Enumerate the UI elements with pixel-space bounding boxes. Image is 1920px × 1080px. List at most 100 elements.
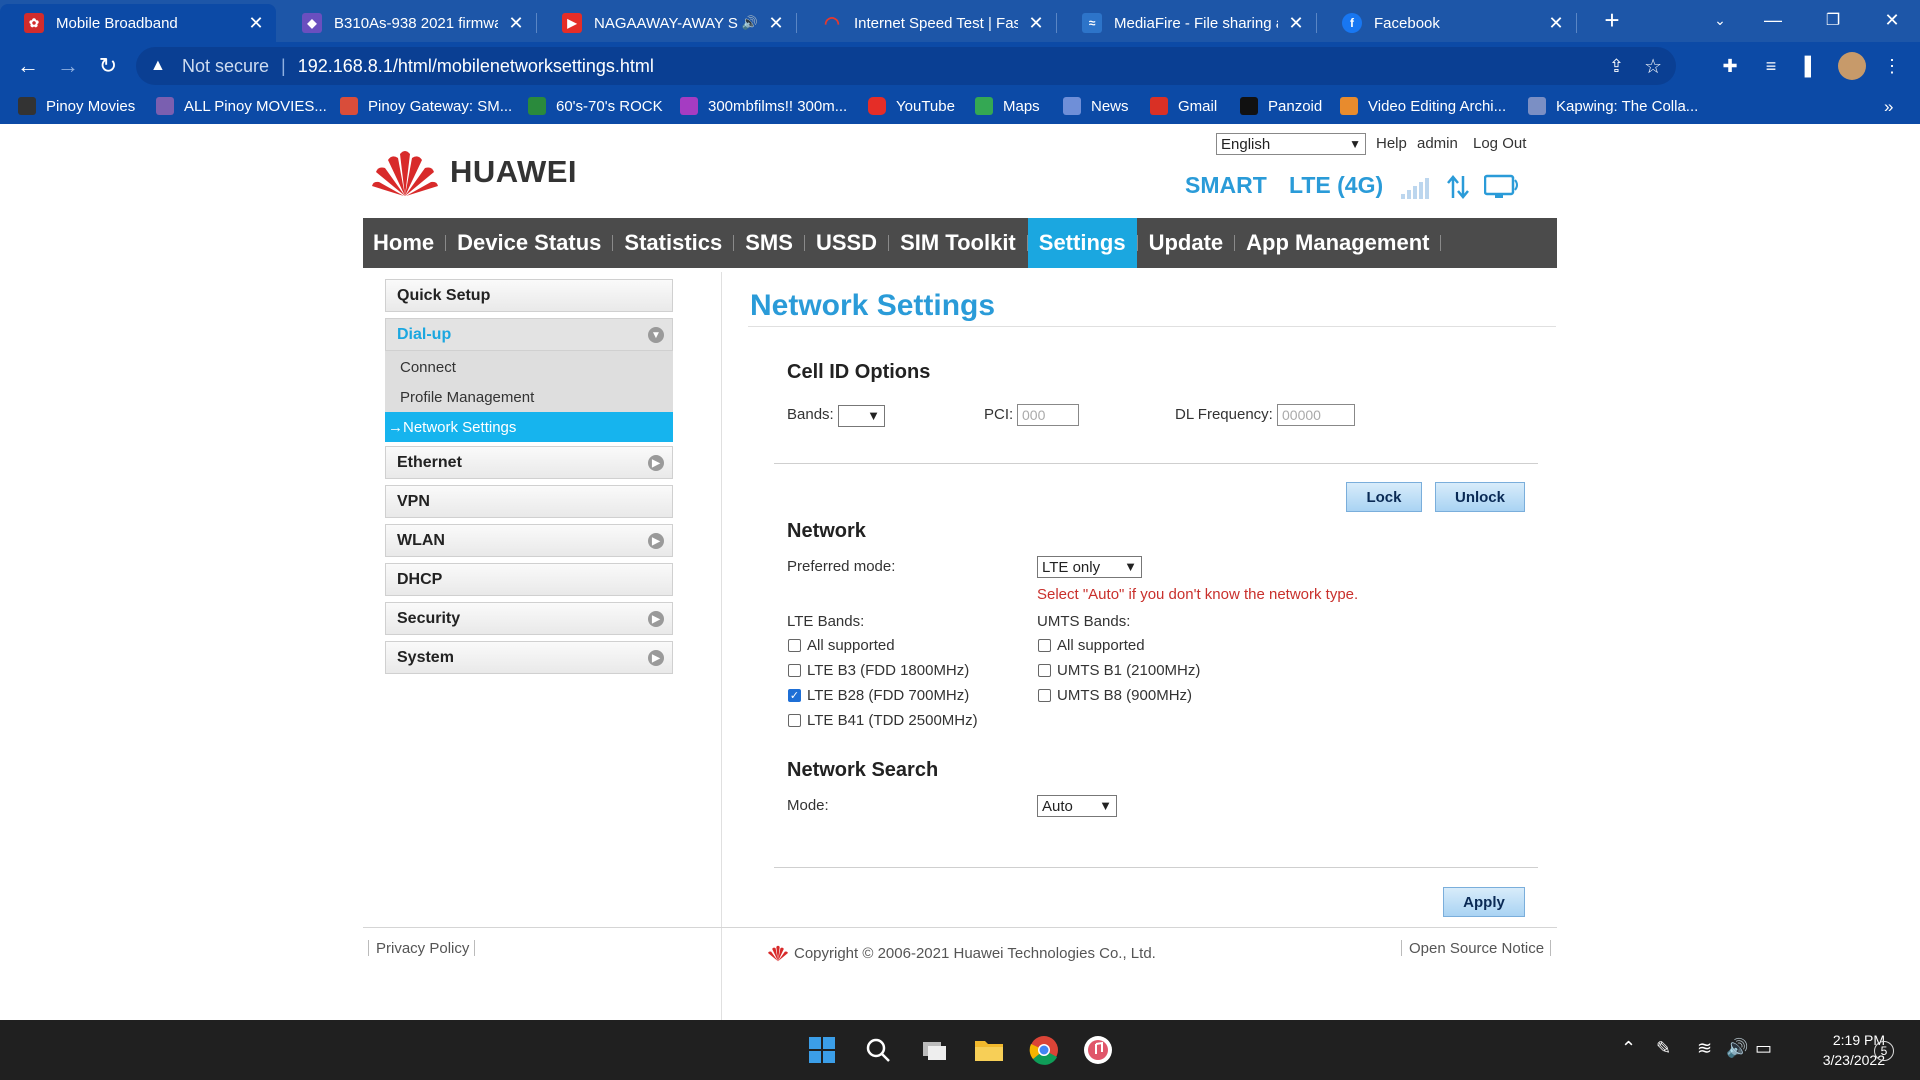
bookmark-item[interactable]: News bbox=[1063, 97, 1129, 115]
bookmark-item[interactable]: Kapwing: The Colla... bbox=[1528, 97, 1698, 115]
nav-sim-toolkit[interactable]: SIM Toolkit bbox=[889, 218, 1027, 268]
bookmark-item[interactable]: 60's-70's ROCK bbox=[528, 97, 663, 115]
bookmark-item[interactable]: Video Editing Archi... bbox=[1340, 97, 1506, 115]
nav-home[interactable]: Home bbox=[363, 218, 445, 268]
checkbox[interactable] bbox=[1038, 689, 1051, 702]
checkmark-icon[interactable]: ✓ bbox=[788, 689, 801, 702]
bands-select[interactable]: ▼ bbox=[838, 405, 885, 427]
checkbox[interactable] bbox=[788, 639, 801, 652]
menu-kebab-icon[interactable]: ⋮ bbox=[1878, 52, 1906, 80]
checkbox[interactable] bbox=[1038, 639, 1051, 652]
open-source-notice-link[interactable]: Open Source Notice bbox=[1409, 940, 1544, 957]
checkbox[interactable] bbox=[788, 714, 801, 727]
sidebar-subitem-profile-management[interactable]: Profile Management bbox=[400, 389, 534, 406]
reload-icon[interactable]: ↻ bbox=[92, 50, 124, 82]
battery-icon[interactable]: ▭ bbox=[1755, 1038, 1772, 1059]
sidebar-item-dhcp[interactable]: DHCP bbox=[385, 563, 673, 596]
music-app-icon[interactable] bbox=[1082, 1034, 1114, 1066]
pen-icon[interactable]: ✎ bbox=[1656, 1038, 1671, 1059]
sidebar-item-security[interactable]: Security ▶ bbox=[385, 602, 673, 635]
checkbox[interactable] bbox=[1038, 664, 1051, 677]
language-select[interactable]: English ▼ bbox=[1216, 133, 1366, 155]
bookmark-item[interactable]: Pinoy Gateway: SM... bbox=[340, 97, 512, 115]
close-tab-icon[interactable]: ✕ bbox=[506, 13, 526, 34]
apply-button[interactable]: Apply bbox=[1443, 887, 1525, 917]
sidebar-item-ethernet[interactable]: Ethernet ▶ bbox=[385, 446, 673, 479]
bookmark-item[interactable]: YouTube bbox=[868, 97, 955, 115]
search-icon[interactable] bbox=[862, 1034, 894, 1066]
sidebar-item-quick-setup[interactable]: Quick Setup bbox=[385, 279, 673, 312]
bookmark-item[interactable]: Pinoy Movies bbox=[18, 97, 135, 115]
nav-statistics[interactable]: Statistics bbox=[613, 218, 733, 268]
bookmark-item[interactable]: Maps bbox=[975, 97, 1040, 115]
help-link[interactable]: Help bbox=[1376, 135, 1407, 152]
nav-device-status[interactable]: Device Status bbox=[446, 218, 612, 268]
bookmark-star-icon[interactable]: ☆ bbox=[1644, 54, 1662, 79]
more-bookmarks-icon[interactable]: » bbox=[1884, 97, 1893, 117]
minimize-icon[interactable]: — bbox=[1745, 0, 1801, 40]
new-tab-button[interactable]: + bbox=[1584, 0, 1640, 40]
nav-update[interactable]: Update bbox=[1138, 218, 1235, 268]
close-tab-icon[interactable]: ✕ bbox=[1546, 13, 1566, 34]
tab-b310-firmware[interactable]: ◆ B310As-938 2021 firmware ✕ bbox=[278, 4, 537, 42]
sidebar-subitem-connect[interactable]: Connect bbox=[400, 359, 456, 376]
close-tab-icon[interactable]: ✕ bbox=[766, 13, 786, 34]
tab-facebook[interactable]: f Facebook ✕ bbox=[1318, 4, 1577, 42]
nav-app-management[interactable]: App Management bbox=[1235, 218, 1440, 268]
umts-b8-checkbox[interactable]: UMTS B8 (900MHz) bbox=[1038, 687, 1192, 704]
close-tab-icon[interactable]: ✕ bbox=[246, 13, 266, 34]
tab-search-icon[interactable]: ⌄ bbox=[1692, 0, 1748, 40]
logout-link[interactable]: Log Out bbox=[1473, 135, 1526, 152]
close-tab-icon[interactable]: ✕ bbox=[1286, 13, 1306, 34]
sidebar-item-vpn[interactable]: VPN bbox=[385, 485, 673, 518]
audio-playing-icon[interactable]: 🔊 bbox=[742, 15, 758, 31]
umts-all-supported-checkbox[interactable]: All supported bbox=[1038, 637, 1145, 654]
pci-input[interactable]: 000 bbox=[1017, 404, 1079, 426]
wifi-icon[interactable]: ≋ bbox=[1697, 1038, 1712, 1059]
media-control-icon[interactable]: ≡ bbox=[1757, 52, 1785, 80]
notification-badge[interactable]: 5 bbox=[1874, 1041, 1894, 1061]
nav-sms[interactable]: SMS bbox=[734, 218, 804, 268]
volume-icon[interactable]: 🔊 bbox=[1726, 1038, 1748, 1059]
security-status[interactable]: Not secure bbox=[182, 56, 269, 77]
bookmark-item[interactable]: 300mbfilms!! 300m... bbox=[680, 97, 847, 115]
privacy-policy-link[interactable]: Privacy Policy bbox=[376, 940, 469, 957]
sidebar-subitem-network-settings[interactable]: →Network Settings bbox=[385, 412, 673, 442]
file-explorer-icon[interactable] bbox=[973, 1034, 1005, 1066]
forward-icon[interactable]: → bbox=[52, 50, 84, 82]
task-view-icon[interactable] bbox=[918, 1034, 950, 1066]
search-mode-select[interactable]: Auto ▼ bbox=[1037, 795, 1117, 817]
warning-icon[interactable]: ▲ bbox=[150, 57, 170, 75]
chevron-up-icon[interactable]: ⌃ bbox=[1621, 1038, 1636, 1059]
sidebar-item-dial-up[interactable]: Dial-up ▼ bbox=[385, 318, 673, 351]
umts-b1-checkbox[interactable]: UMTS B1 (2100MHz) bbox=[1038, 662, 1200, 679]
lte-b28-checkbox[interactable]: ✓ LTE B28 (FDD 700MHz) bbox=[788, 687, 969, 704]
lte-b41-checkbox[interactable]: LTE B41 (TDD 2500MHz) bbox=[788, 712, 978, 729]
lte-all-supported-checkbox[interactable]: All supported bbox=[788, 637, 895, 654]
sidebar-item-system[interactable]: System ▶ bbox=[385, 641, 673, 674]
tab-fast-speed-test[interactable]: ◠ Internet Speed Test | Fast.cc ✕ bbox=[798, 4, 1057, 42]
close-window-icon[interactable]: ✕ bbox=[1864, 0, 1920, 40]
close-tab-icon[interactable]: ✕ bbox=[1026, 13, 1046, 34]
windows-start-icon[interactable] bbox=[806, 1034, 838, 1066]
side-panel-icon[interactable]: ▌ bbox=[1797, 52, 1825, 80]
sidebar-item-wlan[interactable]: WLAN ▶ bbox=[385, 524, 673, 557]
extensions-icon[interactable]: ✚ bbox=[1716, 52, 1744, 80]
bookmark-item[interactable]: Panzoid bbox=[1240, 97, 1322, 115]
restore-icon[interactable]: ❐ bbox=[1805, 0, 1861, 40]
url-text[interactable]: 192.168.8.1/html/mobilenetworksettings.h… bbox=[298, 56, 654, 77]
checkbox[interactable] bbox=[788, 664, 801, 677]
nav-settings[interactable]: Settings bbox=[1027, 218, 1137, 268]
tab-mediafire[interactable]: ≈ MediaFire - File sharing anc ✕ bbox=[1058, 4, 1317, 42]
chrome-icon[interactable] bbox=[1028, 1034, 1060, 1066]
address-bar[interactable]: ▲ Not secure | 192.168.8.1/html/mobilene… bbox=[136, 47, 1676, 85]
lock-button[interactable]: Lock bbox=[1346, 482, 1422, 512]
tab-mobile-broadband[interactable]: ✿ Mobile Broadband ✕ bbox=[0, 4, 276, 42]
share-icon[interactable]: ⇪ bbox=[1609, 56, 1624, 77]
profile-avatar[interactable] bbox=[1838, 52, 1866, 80]
unlock-button[interactable]: Unlock bbox=[1435, 482, 1525, 512]
nav-ussd[interactable]: USSD bbox=[805, 218, 888, 268]
dl-frequency-input[interactable]: 00000 bbox=[1277, 404, 1355, 426]
bookmark-item[interactable]: ALL Pinoy MOVIES... bbox=[156, 97, 327, 115]
tab-youtube-song[interactable]: ▶ NAGAAWAY-AWAY SIL 🔊 ✕ bbox=[538, 4, 797, 42]
